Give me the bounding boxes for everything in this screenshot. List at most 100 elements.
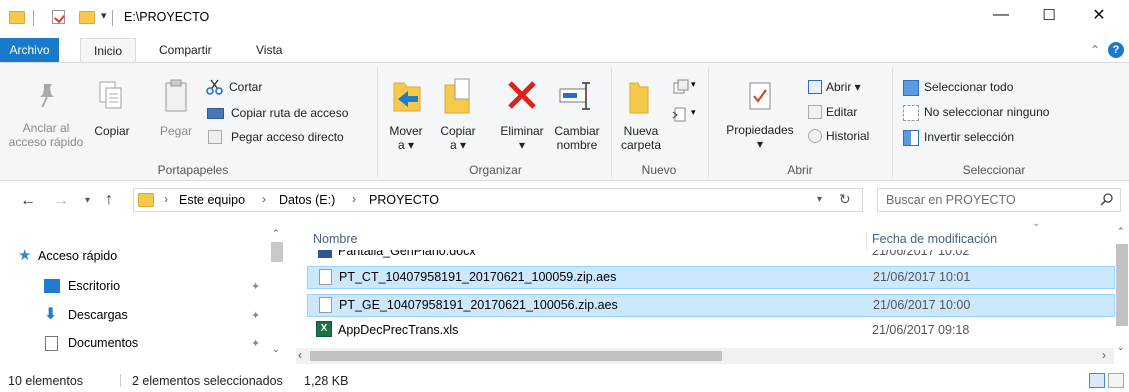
new-folder-quick-icon[interactable]: [79, 11, 95, 24]
cut-button[interactable]: Cortar: [229, 79, 262, 95]
table-row[interactable]: Pantalla_GenPlano.docx 21/06/2017 10:02: [307, 250, 1115, 262]
content-vertical-scrollbar[interactable]: ⌃ ⌄: [1115, 222, 1129, 370]
breadcrumb-folder[interactable]: PROYECTO: [369, 193, 439, 207]
paste-shortcut-button[interactable]: Pegar acceso directo: [231, 129, 344, 145]
table-row[interactable]: PT_GE_10407958191_20170621_100056.zip.ae…: [307, 294, 1115, 317]
search-input[interactable]: Buscar en PROYECTO: [886, 193, 1016, 207]
breadcrumb-drive[interactable]: Datos (E:): [279, 193, 335, 207]
tab-home[interactable]: Inicio: [80, 38, 136, 63]
group-separator: [377, 67, 378, 177]
quick-access-dropdown-icon[interactable]: ▾: [101, 9, 107, 22]
copy-to-button[interactable]: Copiar a ▾: [436, 124, 480, 152]
open-button[interactable]: Abrir ▾: [826, 79, 861, 95]
paste-shortcut-icon: [208, 130, 222, 144]
search-box[interactable]: Buscar en PROYECTO: [877, 188, 1121, 212]
refresh-icon[interactable]: ↻: [839, 191, 851, 208]
edit-button[interactable]: Editar: [826, 104, 857, 120]
chevron-right-icon[interactable]: ›: [262, 192, 266, 206]
delete-button[interactable]: Eliminar ▾: [494, 124, 550, 152]
new-item-dropdown-icon[interactable]: ▾: [691, 79, 696, 90]
breadcrumb-this-pc[interactable]: Este equipo: [179, 193, 245, 207]
search-icon[interactable]: [1100, 192, 1114, 206]
scroll-up-icon[interactable]: ⌃: [272, 228, 280, 239]
selection-count: 2 elementos seleccionados: [132, 374, 283, 388]
column-divider[interactable]: [866, 232, 867, 250]
select-all-icon: [903, 80, 919, 96]
properties-button[interactable]: Propiedades ▾: [719, 123, 801, 151]
forward-icon[interactable]: →: [53, 192, 69, 210]
pin-quick-access-button[interactable]: Anclar al acceso rápido: [6, 121, 86, 149]
column-header-date[interactable]: Fecha de modificación: [872, 232, 997, 246]
desktop-icon: [44, 279, 60, 293]
invert-selection-button[interactable]: Invertir selección: [924, 129, 1014, 145]
documents-icon: [45, 336, 58, 351]
collapse-ribbon-icon[interactable]: ⌃: [1090, 43, 1100, 57]
maximize-button[interactable]: ☐: [1026, 0, 1072, 30]
paste-button[interactable]: Pegar: [156, 124, 196, 138]
sort-indicator-icon: ⌄: [1032, 218, 1041, 229]
folder-icon: [9, 11, 25, 24]
tab-share[interactable]: Compartir: [147, 38, 224, 63]
properties-icon: [748, 81, 772, 111]
new-item-icon[interactable]: [672, 79, 690, 95]
pin-icon: ✦: [251, 310, 261, 322]
select-none-button[interactable]: No seleccionar ninguno: [924, 104, 1049, 120]
word-file-icon: [318, 250, 332, 258]
easy-access-icon[interactable]: [672, 106, 688, 122]
group-label-clipboard: Portapapeles: [157, 163, 229, 177]
column-header-name[interactable]: Nombre: [313, 232, 357, 246]
minimize-button[interactable]: —: [978, 0, 1024, 30]
close-button[interactable]: ✕: [1076, 0, 1122, 30]
help-icon[interactable]: ?: [1108, 42, 1124, 58]
scrollbar-thumb[interactable]: [310, 351, 722, 361]
chevron-right-icon[interactable]: ›: [164, 192, 168, 206]
nav-item-downloads[interactable]: ⬇ Descargas ✦: [18, 305, 268, 325]
scrollbar-thumb[interactable]: [271, 242, 283, 262]
content-horizontal-scrollbar[interactable]: ‹ ›: [296, 348, 1114, 364]
nav-item-documents[interactable]: Documentos ✦: [18, 333, 268, 353]
pin-icon: [36, 81, 58, 111]
tab-file[interactable]: Archivo: [0, 38, 59, 63]
rename-button[interactable]: Cambiar nombre: [550, 124, 604, 152]
group-label-new: Nuevo: [641, 163, 677, 177]
copy-to-icon: [443, 77, 475, 115]
back-icon[interactable]: ←: [20, 192, 36, 210]
file-icon: [319, 297, 332, 313]
nav-item-desktop[interactable]: Escritorio ✦: [18, 276, 268, 296]
scroll-down-icon[interactable]: ⌄: [1117, 342, 1125, 353]
large-icons-view-icon[interactable]: [1108, 373, 1124, 388]
move-to-button[interactable]: Mover a ▾: [385, 124, 427, 152]
select-all-button[interactable]: Seleccionar todo: [924, 79, 1013, 95]
address-dropdown-icon[interactable]: ▾: [817, 194, 822, 205]
pin-icon: ✦: [251, 281, 261, 293]
separator: [120, 374, 121, 387]
table-row[interactable]: PT_CT_10407958191_20170621_100059.zip.ae…: [307, 266, 1115, 289]
details-view-icon[interactable]: [1089, 373, 1105, 388]
scrollbar-thumb[interactable]: [1116, 244, 1128, 326]
invert-selection-icon: [903, 130, 919, 146]
new-folder-icon: [628, 79, 650, 115]
folder-icon: [138, 193, 154, 207]
up-icon[interactable]: ↑: [105, 191, 113, 209]
copy-path-icon: [207, 108, 224, 119]
tab-view[interactable]: Vista: [244, 38, 294, 63]
recent-locations-icon[interactable]: ▾: [85, 195, 90, 206]
copy-button[interactable]: Copiar: [92, 124, 132, 138]
scroll-up-icon[interactable]: ⌃: [1117, 226, 1125, 237]
scroll-down-icon[interactable]: ⌄: [272, 344, 280, 355]
history-button[interactable]: Historial: [826, 128, 869, 144]
group-label-select: Seleccionar: [962, 163, 1026, 177]
scroll-right-icon[interactable]: ›: [1102, 348, 1106, 362]
group-label-organize: Organizar: [469, 163, 522, 177]
chevron-right-icon[interactable]: ›: [352, 192, 356, 206]
group-separator: [611, 67, 612, 177]
table-row[interactable]: X AppDecPrecTrans.xls 21/06/2017 09:18: [307, 320, 1115, 343]
excel-file-icon: X: [316, 321, 332, 337]
scroll-left-icon[interactable]: ‹: [298, 348, 302, 362]
properties-quick-icon[interactable]: [52, 10, 65, 24]
new-folder-button[interactable]: Nueva carpeta: [617, 124, 665, 152]
address-bar[interactable]: › Este equipo › Datos (E:) › PROYECTO ▾ …: [133, 188, 863, 212]
easy-access-dropdown-icon[interactable]: ▾: [691, 107, 696, 118]
edit-icon: [808, 105, 822, 119]
copy-path-button[interactable]: Copiar ruta de acceso: [231, 105, 348, 121]
